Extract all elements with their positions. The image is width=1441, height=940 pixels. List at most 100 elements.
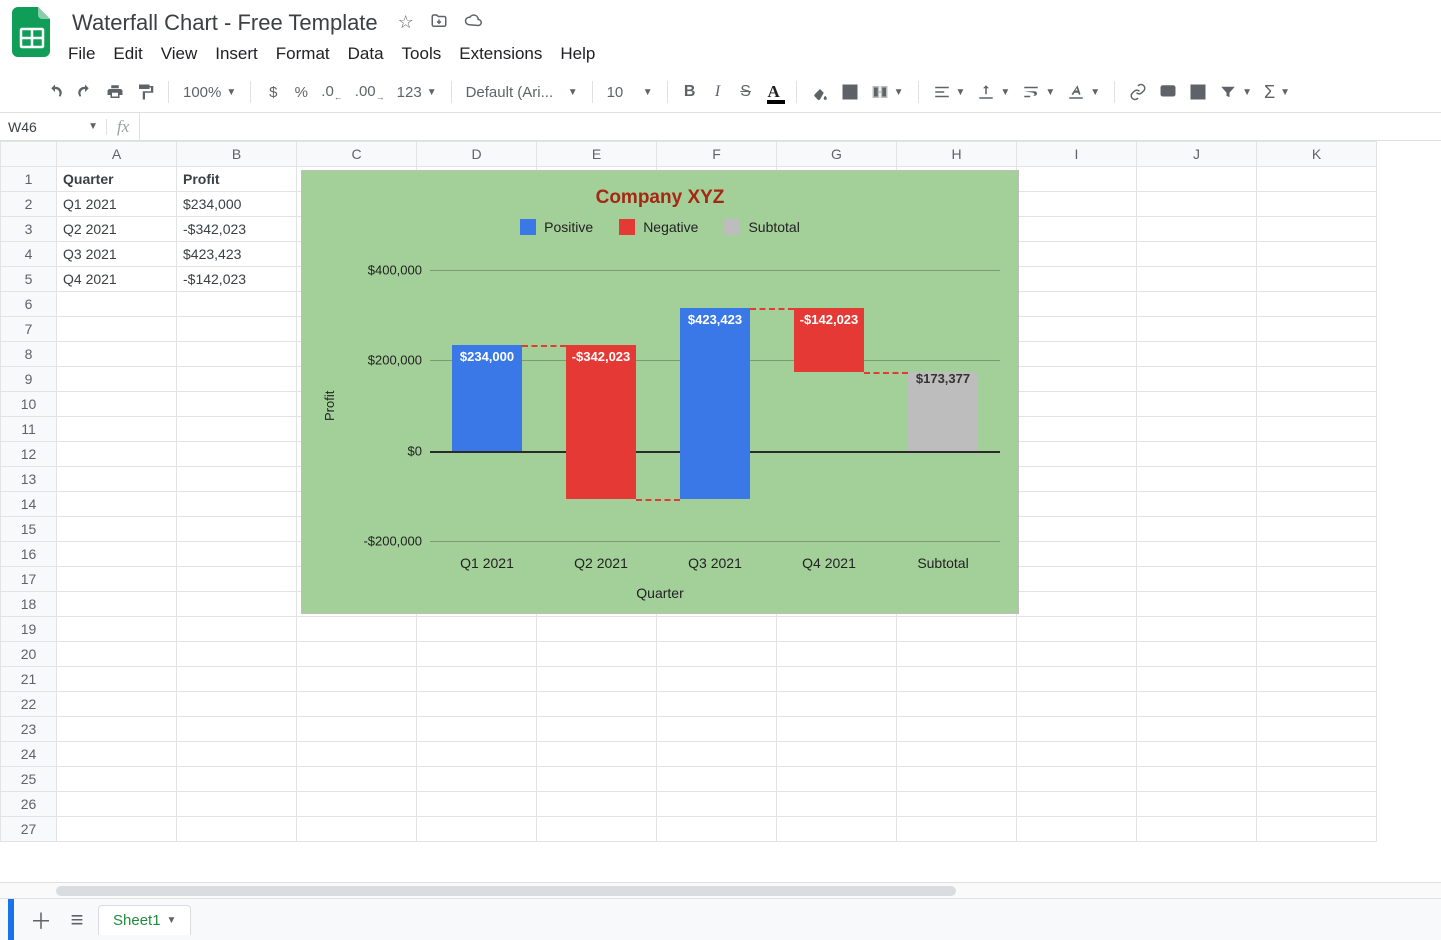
cell-J26[interactable] [1137,792,1257,817]
spreadsheet-grid[interactable]: ABCDEFGHIJK1QuarterProfit2Q1 2021$234,00… [0,141,1441,882]
sheets-app-icon[interactable] [8,8,56,56]
cell-A12[interactable] [57,442,177,467]
cell-I11[interactable] [1017,417,1137,442]
cell-K27[interactable] [1257,817,1377,842]
cell-K3[interactable] [1257,217,1377,242]
cell-A7[interactable] [57,317,177,342]
cell-I6[interactable] [1017,292,1137,317]
cell-B4[interactable]: $423,423 [177,242,297,267]
cell-H19[interactable] [897,617,1017,642]
cell-J19[interactable] [1137,617,1257,642]
row-header-10[interactable]: 10 [1,392,57,417]
cell-I1[interactable] [1017,167,1137,192]
cell-A6[interactable] [57,292,177,317]
cell-I2[interactable] [1017,192,1137,217]
cell-K8[interactable] [1257,342,1377,367]
cell-K12[interactable] [1257,442,1377,467]
font-size-dropdown[interactable]: 10▼ [603,78,657,106]
cell-C27[interactable] [297,817,417,842]
cell-I8[interactable] [1017,342,1137,367]
cell-I25[interactable] [1017,767,1137,792]
cell-K24[interactable] [1257,742,1377,767]
row-header-5[interactable]: 5 [1,267,57,292]
cell-K9[interactable] [1257,367,1377,392]
cell-K14[interactable] [1257,492,1377,517]
cell-K13[interactable] [1257,467,1377,492]
menu-extensions[interactable]: Extensions [459,44,542,64]
row-header-9[interactable]: 9 [1,367,57,392]
cell-B20[interactable] [177,642,297,667]
cell-B27[interactable] [177,817,297,842]
halign-dropdown[interactable]: ▼ [929,78,970,106]
horizontal-scrollbar[interactable] [0,882,1441,898]
cell-D25[interactable] [417,767,537,792]
cell-K20[interactable] [1257,642,1377,667]
cell-F20[interactable] [657,642,777,667]
cell-D26[interactable] [417,792,537,817]
col-header-C[interactable]: C [297,142,417,167]
cell-J14[interactable] [1137,492,1257,517]
cell-J9[interactable] [1137,367,1257,392]
row-header-11[interactable]: 11 [1,417,57,442]
print-button[interactable] [102,78,128,106]
borders-button[interactable] [837,78,863,106]
cell-I7[interactable] [1017,317,1137,342]
col-header-B[interactable]: B [177,142,297,167]
functions-dropdown[interactable]: Σ▼ [1260,78,1294,106]
col-header-D[interactable]: D [417,142,537,167]
cell-I5[interactable] [1017,267,1137,292]
cell-C22[interactable] [297,692,417,717]
cell-A26[interactable] [57,792,177,817]
cell-E21[interactable] [537,667,657,692]
cell-A14[interactable] [57,492,177,517]
row-header-19[interactable]: 19 [1,617,57,642]
cell-D27[interactable] [417,817,537,842]
cell-D24[interactable] [417,742,537,767]
cell-I19[interactable] [1017,617,1137,642]
menu-view[interactable]: View [161,44,198,64]
insert-link-button[interactable] [1125,78,1151,106]
cell-J5[interactable] [1137,267,1257,292]
cell-J2[interactable] [1137,192,1257,217]
cell-I27[interactable] [1017,817,1137,842]
cell-I22[interactable] [1017,692,1137,717]
row-header-21[interactable]: 21 [1,667,57,692]
menu-file[interactable]: File [68,44,95,64]
cell-K21[interactable] [1257,667,1377,692]
cell-J27[interactable] [1137,817,1257,842]
row-header-6[interactable]: 6 [1,292,57,317]
move-to-folder-icon[interactable] [430,12,448,35]
cell-D23[interactable] [417,717,537,742]
cell-J24[interactable] [1137,742,1257,767]
redo-button[interactable] [72,78,98,106]
cell-B8[interactable] [177,342,297,367]
cell-A10[interactable] [57,392,177,417]
cell-B13[interactable] [177,467,297,492]
cell-A5[interactable]: Q4 2021 [57,267,177,292]
cell-K10[interactable] [1257,392,1377,417]
cell-F25[interactable] [657,767,777,792]
row-header-2[interactable]: 2 [1,192,57,217]
cell-I21[interactable] [1017,667,1137,692]
cell-E19[interactable] [537,617,657,642]
col-header-E[interactable]: E [537,142,657,167]
cell-J17[interactable] [1137,567,1257,592]
cell-H27[interactable] [897,817,1017,842]
cell-I13[interactable] [1017,467,1137,492]
cell-G19[interactable] [777,617,897,642]
cell-J20[interactable] [1137,642,1257,667]
cell-F22[interactable] [657,692,777,717]
cell-K16[interactable] [1257,542,1377,567]
cell-K6[interactable] [1257,292,1377,317]
cell-A19[interactable] [57,617,177,642]
cell-J7[interactable] [1137,317,1257,342]
cell-B7[interactable] [177,317,297,342]
cell-B21[interactable] [177,667,297,692]
cell-K7[interactable] [1257,317,1377,342]
cell-A20[interactable] [57,642,177,667]
cell-B9[interactable] [177,367,297,392]
cell-I18[interactable] [1017,592,1137,617]
cell-A8[interactable] [57,342,177,367]
cell-J12[interactable] [1137,442,1257,467]
cell-B3[interactable]: -$342,023 [177,217,297,242]
